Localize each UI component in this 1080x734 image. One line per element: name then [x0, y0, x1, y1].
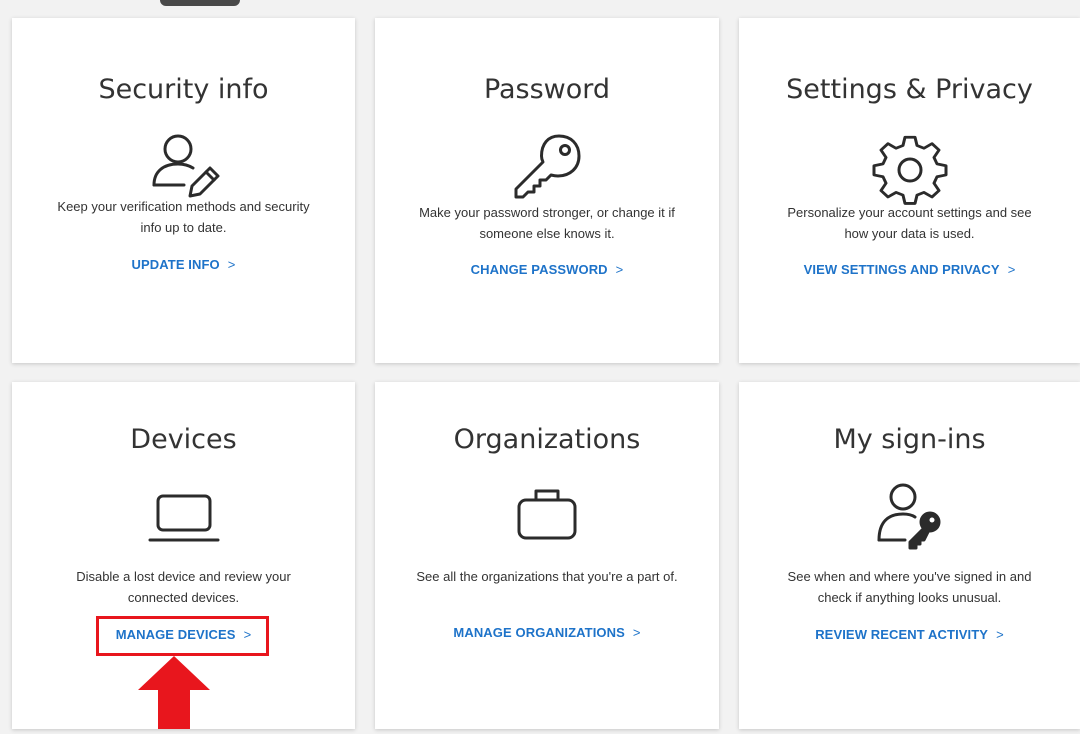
manage-organizations-link[interactable]: MANAGE ORGANIZATIONS >	[375, 625, 719, 640]
review-recent-activity-link[interactable]: REVIEW RECENT ACTIVITY >	[739, 627, 1080, 642]
card-description: Disable a lost device and review your co…	[32, 566, 335, 608]
chevron-right-icon: >	[227, 257, 236, 272]
description-line: Personalize your account settings and se…	[787, 205, 1032, 220]
card-title: Settings & Privacy	[786, 74, 1033, 105]
link-label: REVIEW RECENT ACTIVITY	[815, 627, 989, 642]
chevron-right-icon: >	[996, 627, 1004, 642]
card-description: Keep your verification methods and secur…	[32, 196, 335, 238]
briefcase-icon	[507, 480, 587, 560]
card-my-sign-ins: My sign-ins See when and where you've si…	[739, 382, 1080, 729]
gear-icon	[870, 130, 950, 210]
description-line: connected devices.	[127, 590, 240, 605]
link-label: VIEW SETTINGS AND PRIVACY	[803, 262, 1000, 277]
link-label: UPDATE INFO	[131, 257, 220, 272]
card-description: See when and where you've signed in and …	[759, 566, 1060, 608]
description-line: See all the organizations that you're a …	[416, 569, 678, 584]
description-line: someone else knows it.	[479, 226, 615, 241]
card-description: Personalize your account settings and se…	[759, 202, 1060, 244]
description-line: check if anything looks unusual.	[817, 590, 1002, 605]
card-title: Security info	[98, 74, 269, 105]
chevron-right-icon: >	[1007, 262, 1016, 277]
link-label: MANAGE ORGANIZATIONS	[453, 625, 625, 640]
description-line: how your data is used.	[844, 226, 975, 241]
card-description: See all the organizations that you're a …	[395, 566, 699, 587]
card-organizations: Organizations See all the organizations …	[375, 382, 719, 729]
card-settings-privacy: Settings & Privacy Personalize your acco…	[739, 18, 1080, 363]
change-password-link[interactable]: CHANGE PASSWORD >	[375, 262, 719, 277]
highlight-box	[96, 616, 269, 656]
card-password: Password Make your password stronger, or…	[375, 18, 719, 363]
user-key-icon	[870, 480, 950, 560]
card-title: Devices	[130, 424, 237, 455]
update-info-link[interactable]: UPDATE INFO >	[12, 257, 355, 272]
card-security-info: Security info Keep your verification met…	[12, 18, 355, 363]
top-strip	[0, 0, 1080, 12]
key-icon	[507, 130, 587, 210]
link-label: CHANGE PASSWORD	[470, 262, 608, 277]
red-arrow-icon	[138, 656, 210, 729]
header-remnant	[160, 0, 240, 6]
chevron-right-icon: >	[615, 262, 624, 277]
card-title: Organizations	[453, 424, 641, 455]
view-settings-privacy-link[interactable]: VIEW SETTINGS AND PRIVACY >	[739, 262, 1080, 277]
laptop-icon	[144, 480, 224, 560]
description-line: Keep your verification methods and secur…	[57, 199, 310, 214]
description-line: Make your password stronger, or change i…	[419, 205, 675, 220]
card-title: Password	[483, 74, 611, 105]
card-title: My sign-ins	[833, 424, 986, 455]
chevron-right-icon: >	[632, 625, 641, 640]
card-description: Make your password stronger, or change i…	[395, 202, 699, 244]
description-line: info up to date.	[140, 220, 227, 235]
description-line: See when and where you've signed in and	[787, 569, 1032, 584]
description-line: Disable a lost device and review your	[76, 569, 291, 584]
